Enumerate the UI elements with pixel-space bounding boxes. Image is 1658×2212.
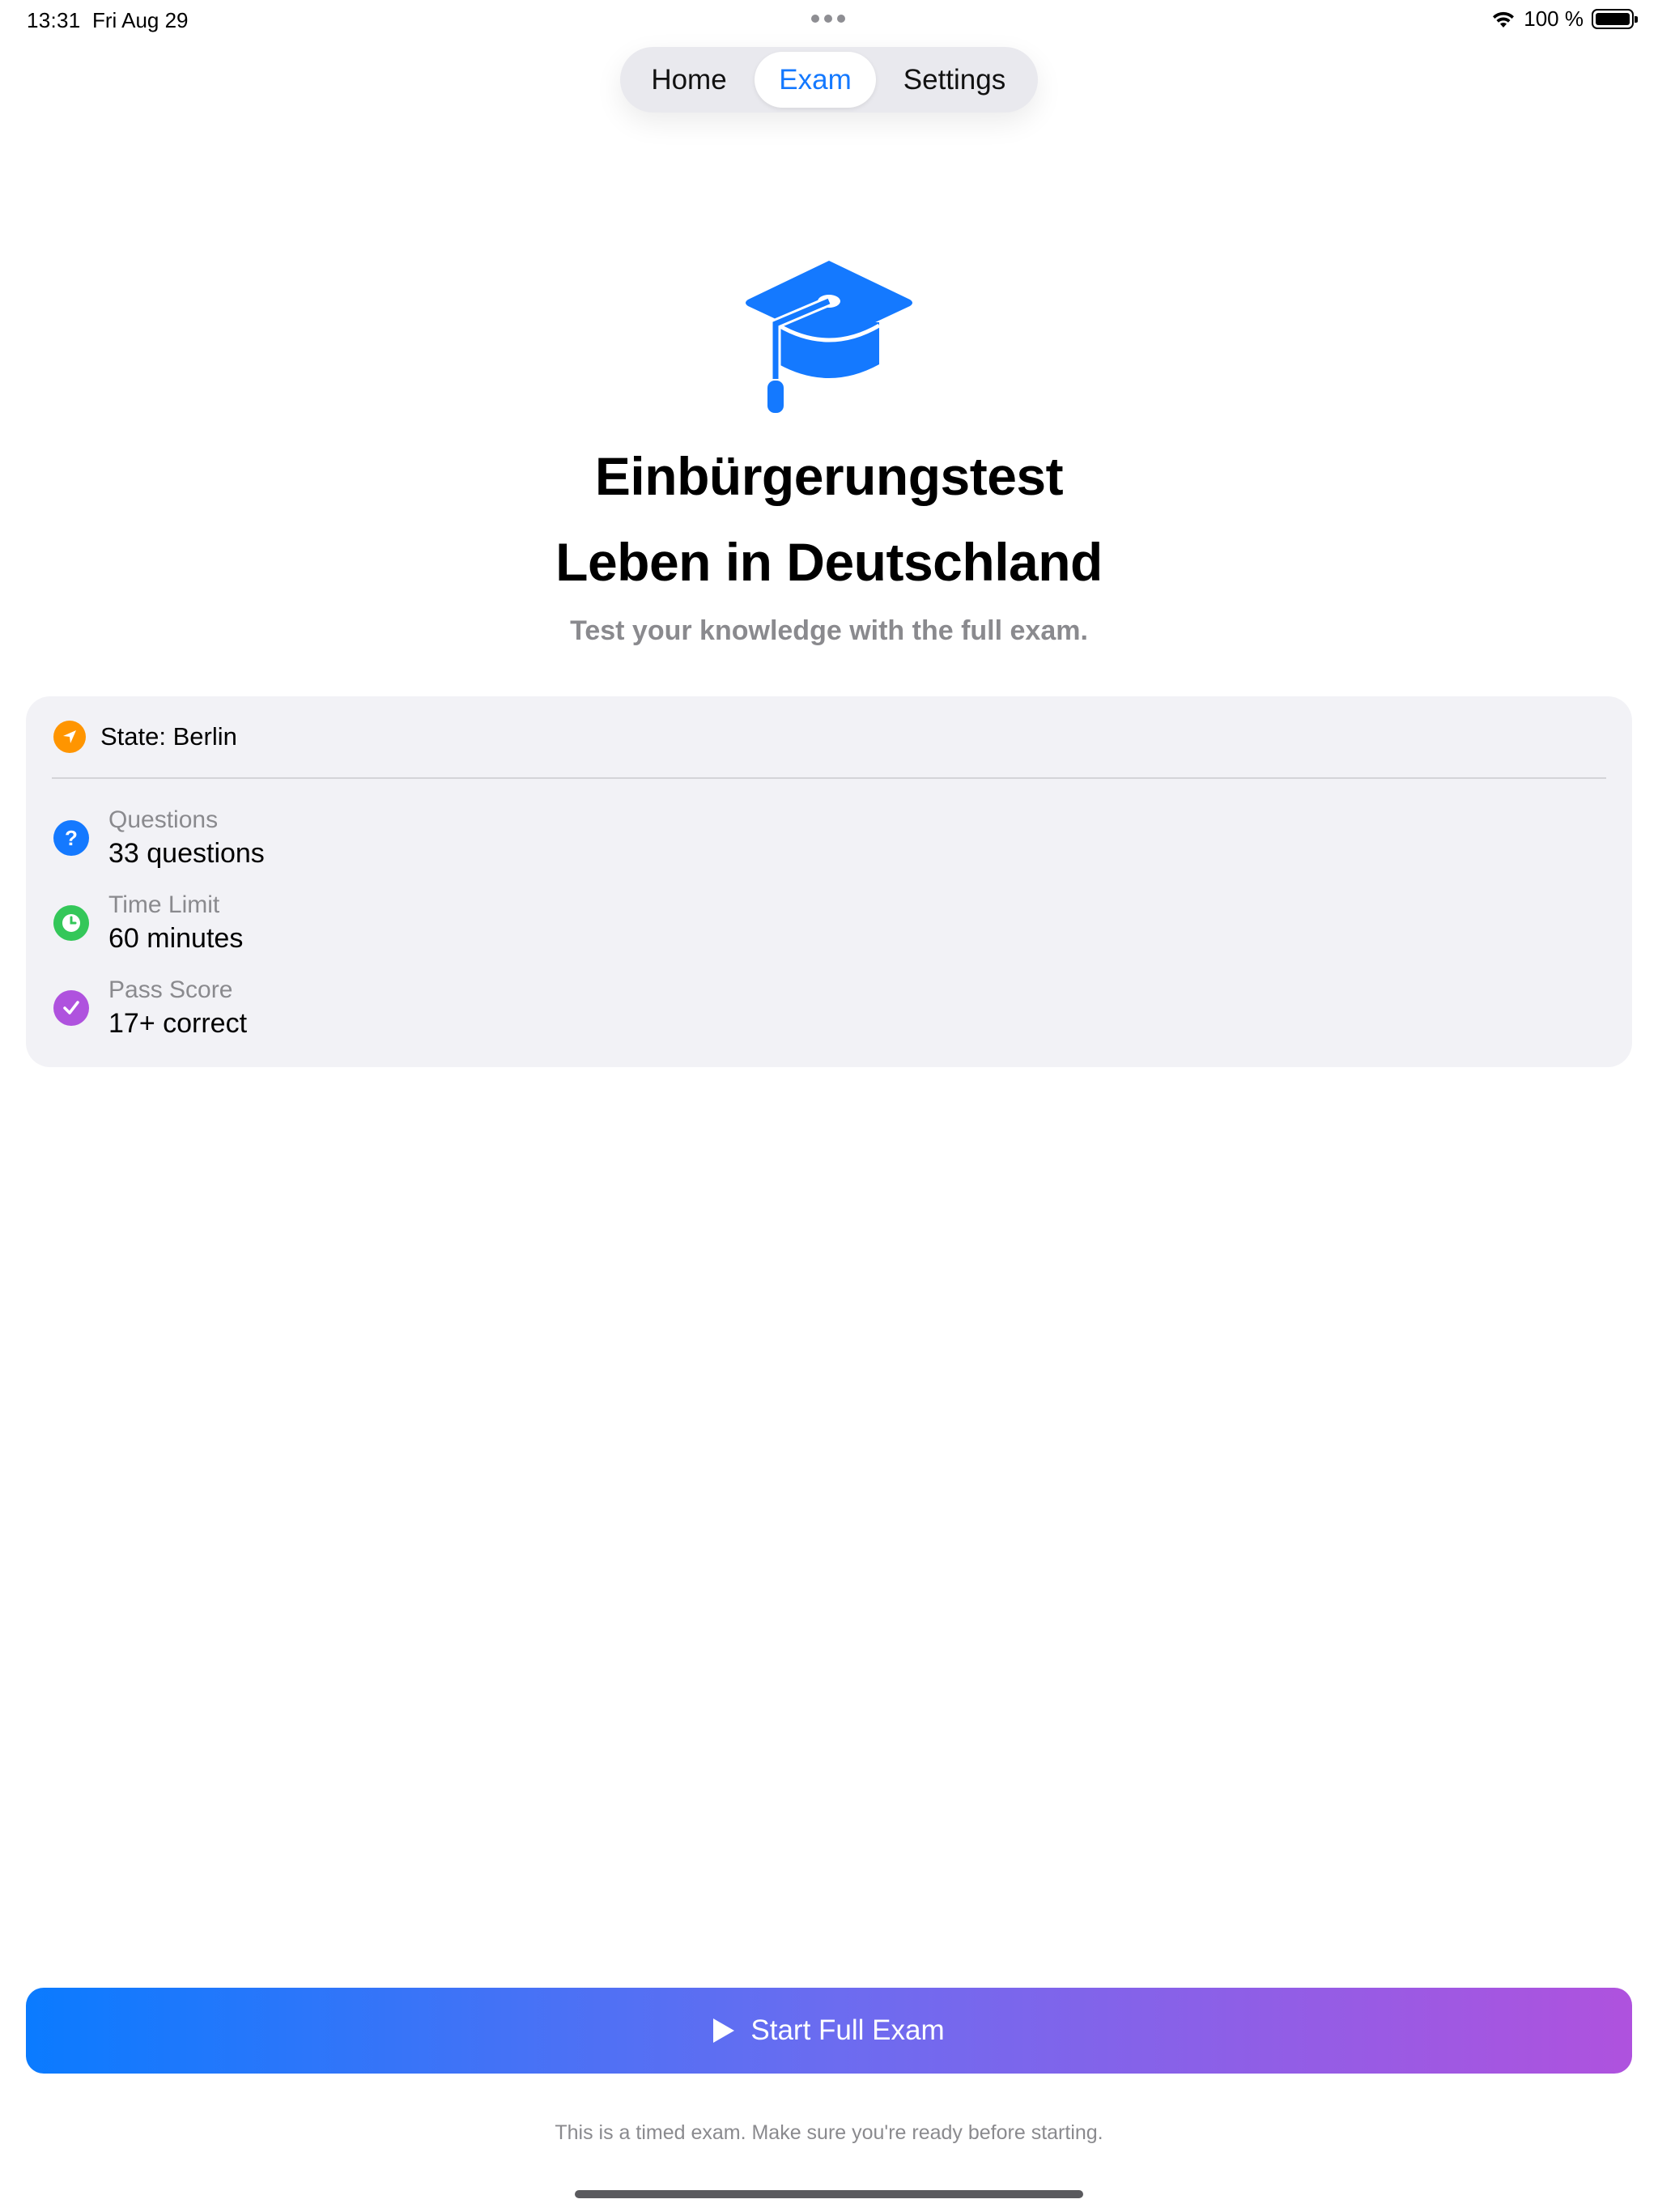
info-value: 33 questions (108, 838, 265, 869)
clock-icon (53, 905, 89, 941)
tab-bar: Home Exam Settings (620, 47, 1038, 113)
wifi-icon (1493, 11, 1515, 28)
page-subtitle: Test your knowledge with the full exam. (570, 615, 1088, 646)
battery-icon (1592, 9, 1638, 29)
tab-settings[interactable]: Settings (879, 52, 1030, 108)
info-label: Questions (108, 806, 219, 833)
status-time: 13:31 (27, 8, 81, 32)
divider (52, 777, 1606, 779)
play-icon (713, 2018, 735, 2043)
question-mark-icon: ? (53, 820, 89, 856)
status-right: 100 % (1491, 6, 1638, 32)
battery-percentage: 100 % (1524, 6, 1584, 31)
multitasking-dots-icon[interactable] (811, 15, 845, 23)
start-button-label: Start Full Exam (750, 2014, 945, 2046)
info-value: 17+ correct (108, 1008, 248, 1039)
exam-info-card: State: Berlin ? Questions 33 questions T… (26, 696, 1632, 1067)
info-label: Pass Score (108, 976, 233, 1003)
page-title-line2: Leben in Deutschland (555, 532, 1103, 592)
state-row: State: Berlin (53, 721, 237, 753)
state-label: State: Berlin (100, 722, 237, 751)
info-value: 60 minutes (108, 923, 244, 954)
svg-text:?: ? (65, 826, 78, 850)
info-label: Time Limit (108, 891, 220, 918)
start-full-exam-button[interactable]: Start Full Exam (26, 1988, 1632, 2074)
home-indicator[interactable] (575, 2190, 1083, 2198)
graduation-cap-icon (746, 261, 912, 413)
location-arrow-icon (53, 721, 86, 753)
info-row-time-limit: Time Limit 60 minutes (53, 890, 243, 956)
checkmark-icon (53, 990, 89, 1026)
info-row-questions: ? Questions 33 questions (53, 805, 265, 871)
exam-screen: 13:31 Fri Aug 29 100 % Home Exam Setting… (0, 0, 1658, 2212)
info-row-pass-score: Pass Score 17+ correct (53, 975, 247, 1041)
status-date: Fri Aug 29 (92, 8, 189, 32)
page-title-line1: Einbürgerungstest (594, 446, 1064, 506)
tab-home[interactable]: Home (628, 52, 750, 108)
timed-exam-note: This is a timed exam. Make sure you're r… (555, 2121, 1103, 2144)
tab-exam[interactable]: Exam (755, 52, 876, 108)
status-bar: 13:31 Fri Aug 29 100 % (0, 0, 1658, 39)
